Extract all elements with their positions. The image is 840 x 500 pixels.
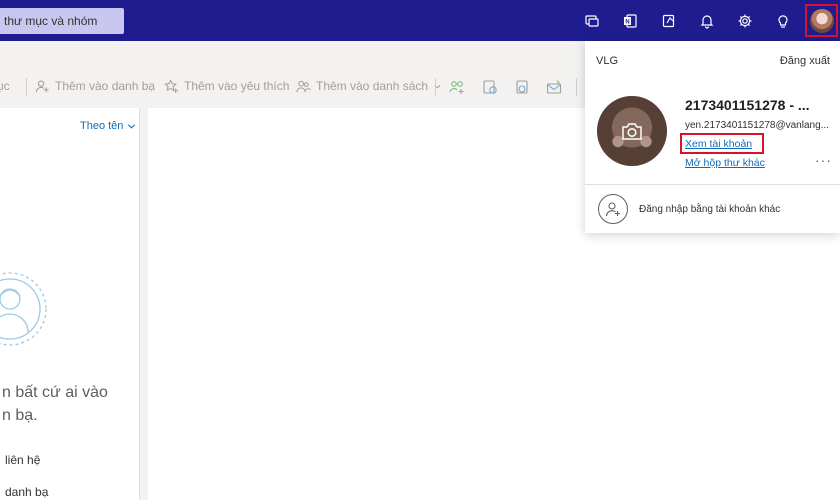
truncated-command-label: ục (0, 79, 10, 93)
teams-chat-icon[interactable] (579, 8, 605, 34)
star-add-icon (164, 78, 179, 93)
avatar (809, 8, 834, 33)
my-day-icon[interactable] (656, 8, 682, 34)
add-to-contacts-label: Thêm vào danh bạ (55, 79, 156, 93)
gear-icon[interactable] (732, 8, 758, 34)
view-account-link[interactable]: Xem tài khoản (685, 138, 752, 150)
contact-list-pane: Theo tên n bất cứ ai vào n bạ. liên hệ d… (0, 108, 140, 500)
group-add-icon (449, 81, 464, 94)
organization-name: VLG (596, 55, 619, 67)
sign-out-link[interactable]: Đăng xuất (780, 55, 830, 67)
contact-sync-button[interactable] (512, 77, 532, 97)
search-input[interactable]: thư mục và nhóm (0, 8, 124, 34)
add-to-list-label: Thêm vào danh sách (316, 79, 429, 93)
top-header-bar: thư mục và nhóm N (0, 0, 840, 41)
empty-state-text-line1: n bất cứ ai vào (2, 384, 108, 401)
account-avatar-button[interactable] (805, 4, 838, 37)
new-contact-link[interactable]: liên hệ (5, 453, 40, 467)
bell-icon[interactable] (694, 8, 720, 34)
account-flyout: VLG Đăng xuất 2173401151278 - ... yen.21… (585, 41, 840, 233)
onenote-icon[interactable]: N (617, 8, 643, 34)
contact-sync-icon (516, 80, 528, 94)
account-email: yen.2173401151278@vanlang... (685, 120, 829, 131)
more-options-button[interactable]: ··· (815, 152, 832, 168)
camera-icon (622, 123, 642, 140)
divider (26, 78, 27, 96)
envelope-icon (546, 80, 562, 94)
chevron-down-icon (128, 123, 136, 129)
divider (576, 78, 577, 96)
command-bar: ục Thêm vào danh bạ Thêm vào yêu thích T… (0, 70, 585, 104)
divider (435, 78, 436, 96)
sign-in-other-account-link[interactable]: Đăng nhập bằng tài khoản khác (639, 204, 780, 215)
contact-card-icon (483, 80, 497, 94)
svg-text:N: N (625, 20, 629, 26)
sort-label: Theo tên (80, 120, 124, 132)
empty-state-text-line2: n bạ. (2, 407, 38, 424)
divider (585, 184, 840, 185)
add-to-contacts-button[interactable]: Thêm vào danh bạ (35, 70, 155, 102)
email-contact-button[interactable] (544, 77, 564, 97)
add-to-list-button[interactable]: Thêm vào danh sách (296, 70, 442, 102)
add-account-icon[interactable] (598, 194, 628, 224)
group-add-button[interactable] (447, 77, 467, 97)
people-icon (296, 80, 311, 92)
open-other-mailbox-link[interactable]: Mở hộp thư khác (685, 157, 765, 169)
add-person-icon (35, 80, 49, 92)
add-to-favorites-label: Thêm vào yêu thích (184, 79, 290, 93)
truncated-command[interactable]: ục (0, 70, 10, 102)
account-photo[interactable] (597, 96, 667, 166)
contact-card-button[interactable] (480, 77, 500, 97)
lightbulb-icon[interactable] (770, 8, 796, 34)
import-contacts-link[interactable]: danh bạ (5, 485, 48, 499)
account-display-name: 2173401151278 - ... (685, 97, 810, 113)
add-to-favorites-button[interactable]: Thêm vào yêu thích (164, 70, 289, 102)
sort-dropdown[interactable]: Theo tên (80, 120, 136, 132)
empty-state-illustration (0, 272, 47, 346)
